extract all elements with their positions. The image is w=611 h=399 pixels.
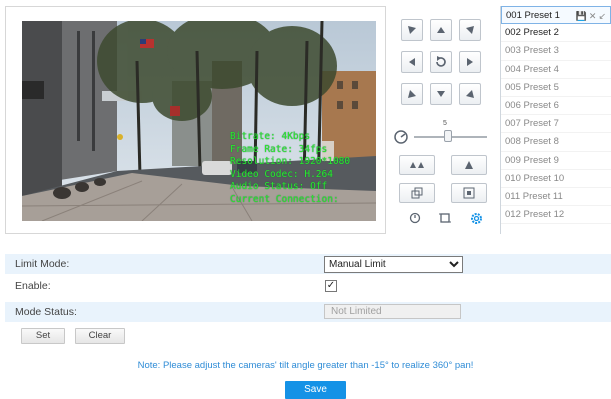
video-osd: Bitrate: 4Kbps Frame Rate: 34fps Resolut… — [230, 131, 350, 206]
preset-item[interactable]: 001 Preset 1 💾 ✕ ↙ — [501, 6, 611, 25]
limit-mode-select[interactable]: Manual Limit — [324, 255, 463, 273]
set-button[interactable]: Set — [21, 328, 65, 344]
pan-up-button[interactable] — [430, 19, 452, 41]
arrow-down-left-icon — [408, 90, 416, 98]
tilt-note: Note: Please adjust the cameras' tilt an… — [137, 360, 474, 371]
delete-preset-icon[interactable]: ✕ — [589, 11, 597, 21]
clear-button[interactable]: Clear — [75, 328, 125, 344]
pan-down-right-button[interactable] — [459, 83, 481, 105]
arrow-down-icon — [437, 91, 445, 97]
preset-item[interactable]: 005 Preset 5 — [501, 79, 611, 97]
rotate-icon — [436, 56, 446, 67]
preset-item[interactable]: 012 Preset 12 — [501, 206, 611, 225]
action-row: Set Clear — [5, 326, 611, 346]
iris-in-icon — [463, 187, 475, 199]
preset-item[interactable]: 002 Preset 2 — [501, 24, 611, 43]
enable-label: Enable: — [15, 280, 51, 292]
preset-tools: 💾 ✕ ↙ — [574, 7, 606, 25]
ptz-settings-page: Bitrate: 4Kbps Frame Rate: 34fps Resolut… — [0, 0, 611, 399]
iris-in-button[interactable] — [451, 183, 487, 203]
limit-mode-label: Limit Mode: — [15, 258, 70, 270]
timer-icon — [409, 212, 421, 224]
enable-row: Enable: ✓ — [5, 276, 611, 296]
iris-out-button[interactable] — [399, 183, 435, 203]
preset-label: 006 Preset 6 — [505, 99, 559, 111]
preset-item[interactable]: 007 Preset 7 — [501, 115, 611, 134]
speed-icon — [394, 130, 408, 144]
save-preset-icon[interactable]: 💾 — [576, 11, 587, 21]
live-video[interactable]: Bitrate: 4Kbps Frame Rate: 34fps Resolut… — [22, 21, 376, 221]
arrow-up-left-icon — [408, 26, 416, 34]
crop-icon — [439, 213, 451, 223]
preset-item[interactable]: 009 Preset 9 — [501, 152, 611, 170]
limit-mode-row: Limit Mode: Manual Limit — [5, 254, 611, 274]
osd-current-connection: Current Connection: — [230, 193, 339, 205]
preset-label: 008 Preset 8 — [505, 136, 559, 148]
settings-button[interactable] — [469, 211, 483, 225]
slider-handle[interactable] — [444, 130, 452, 142]
osd-bitrate: Bitrate: 4Kbps — [230, 131, 311, 142]
iris-out-icon — [411, 187, 423, 199]
osd-video-codec: Video Codec: H.264 — [230, 168, 333, 180]
call-preset-icon[interactable]: ↙ — [598, 11, 606, 21]
zoom-in-icon — [465, 161, 473, 169]
preset-label: 012 Preset 12 — [505, 209, 565, 221]
preset-label: 010 Preset 10 — [505, 172, 565, 184]
preset-item[interactable]: 011 Preset 11 — [501, 188, 611, 207]
pan-down-left-button[interactable] — [401, 83, 423, 105]
crop-button[interactable] — [438, 211, 452, 225]
speed-value: 5 — [443, 120, 447, 127]
live-view-panel: Bitrate: 4Kbps Frame Rate: 34fps Resolut… — [5, 6, 386, 234]
pan-right-button[interactable] — [459, 51, 481, 73]
osd-resolution: Resolution: 1920*1080 — [230, 156, 351, 167]
zoom-in-button[interactable] — [451, 155, 487, 175]
preset-label: 005 Preset 5 — [505, 81, 559, 93]
mode-status-label: Mode Status: — [15, 306, 77, 318]
zoom-out-icon — [410, 162, 424, 168]
timer-button[interactable] — [408, 211, 422, 225]
ptz-control-panel: 5 — [388, 6, 499, 234]
preset-label: 004 Preset 4 — [505, 63, 559, 75]
mode-status-field: Not Limited — [324, 304, 461, 319]
auto-pan-button[interactable] — [430, 51, 452, 73]
preset-label: 011 Preset 11 — [505, 190, 563, 202]
arrow-down-right-icon — [466, 90, 474, 98]
preset-label: 009 Preset 9 — [505, 154, 559, 166]
pan-left-button[interactable] — [401, 51, 423, 73]
preset-item[interactable]: 008 Preset 8 — [501, 133, 611, 152]
preset-item[interactable]: 003 Preset 3 — [501, 42, 611, 61]
preset-label: 003 Preset 3 — [505, 45, 559, 57]
mode-status-row: Mode Status: Not Limited — [5, 302, 611, 322]
gear-icon — [470, 212, 482, 224]
save-button[interactable]: Save — [285, 381, 346, 399]
zoom-out-button[interactable] — [399, 155, 435, 175]
osd-audio-status: Audio Status: Off — [230, 181, 328, 192]
osd-frame-rate: Frame Rate: 34fps — [230, 143, 328, 155]
speed-slider[interactable] — [414, 130, 487, 142]
preset-label: 007 Preset 7 — [505, 118, 559, 130]
pan-up-left-button[interactable] — [401, 19, 423, 41]
checkmark-icon: ✓ — [326, 280, 336, 291]
preset-list: 001 Preset 1 💾 ✕ ↙ 002 Preset 2 003 Preset… — [500, 6, 611, 234]
arrow-right-icon — [467, 58, 473, 66]
arrow-up-icon — [437, 27, 445, 33]
arrow-up-right-icon — [466, 26, 474, 34]
speed-button[interactable] — [392, 128, 410, 146]
preset-label: 001 Preset 1 — [506, 10, 560, 21]
arrow-left-icon — [409, 58, 415, 66]
enable-checkbox[interactable]: ✓ — [325, 280, 337, 292]
preset-item[interactable]: 010 Preset 10 — [501, 170, 611, 188]
preset-item[interactable]: 006 Preset 6 — [501, 97, 611, 116]
preset-label: 002 Preset 2 — [505, 27, 559, 39]
pan-up-right-button[interactable] — [459, 19, 481, 41]
pan-down-button[interactable] — [430, 83, 452, 105]
preset-item[interactable]: 004 Preset 4 — [501, 61, 611, 79]
